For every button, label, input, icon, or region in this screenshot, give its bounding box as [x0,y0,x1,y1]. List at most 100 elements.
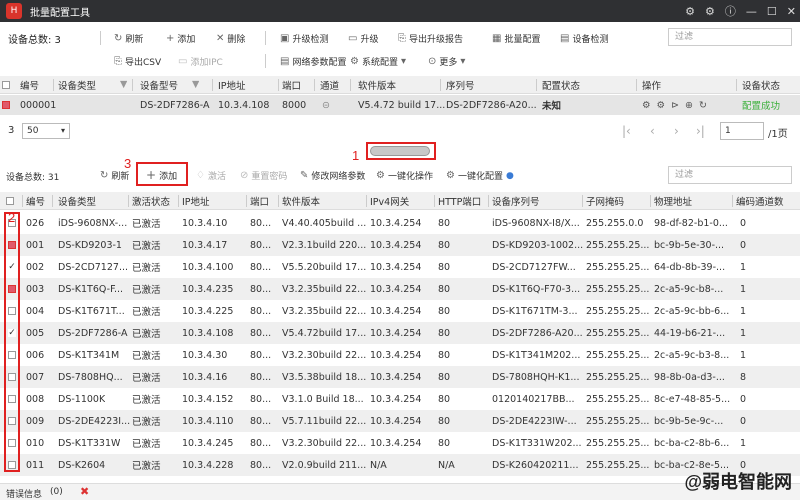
col-header-device-status[interactable]: 设备状态 [742,76,780,93]
reset-password-button[interactable]: ⊘ 重置密码 [240,169,287,182]
add-label: 添加 [177,34,196,45]
sys-config-button[interactable]: ⚙ 系统配置 ▾ [350,55,406,68]
annotation-box-2 [4,212,20,472]
prev-page-icon[interactable]: ‹ [650,124,655,138]
col-header-port[interactable]: 端口 [282,76,301,93]
batch-config-button[interactable]: ▦ 批量配置 [492,32,540,45]
col-header-channels[interactable]: 编码通道数 [736,192,784,209]
edit-icon: ✎ [300,170,309,181]
col-header-type[interactable]: 设备类型 [58,192,96,209]
row-num: 000001 [20,99,57,111]
settings-icon[interactable]: ⚙ [642,100,651,111]
cell-ch: 0 [740,239,747,251]
cell-ip: 10.3.4.100 [182,261,234,273]
settings-icon[interactable]: ⚙ [685,5,695,18]
table-row[interactable]: 001 DS-KD9203-1 已激活 10.3.4.17 80... V2.3.1bui… [0,234,800,256]
batch-config-label: 批量配置 [504,34,541,45]
filter-icon[interactable]: ▼ [120,76,127,93]
delete-button[interactable]: ✕ 删除 [216,32,245,45]
row-ip: 10.3.4.108 [218,99,270,111]
select-all-checkbox[interactable] [6,196,14,205]
first-page-icon[interactable]: |‹ [622,124,631,138]
cell-mac: bc-ba-c2-8b-6... [654,437,730,449]
col-header-serial[interactable]: 序列号 [446,76,475,93]
col-header-version[interactable]: 软件版本 [358,76,396,93]
table-row[interactable]: 003 DS-K1T6Q-F... 已激活 10.3.4.235 80... V3.2.3… [0,278,800,300]
export-report-button[interactable]: ⎘ 导出升级报告 [398,32,463,45]
close-icon[interactable]: ✕ [787,5,796,18]
col-header-http[interactable]: HTTP端口 [438,192,481,209]
table-row[interactable]: ✓ 005 DS-2DF7286-A 已激活 10.3.4.108 80... V5.4.7… [0,322,800,344]
next-page-icon[interactable]: › [674,124,679,138]
more-button[interactable]: ⊙ 更多 ▾ [428,55,465,68]
maximize-icon[interactable]: ☐ [767,5,777,18]
select-all-checkbox[interactable] [2,80,10,89]
cell-ver: V3.2.35build 22... [282,305,367,317]
cell-ip: 10.3.4.152 [182,393,234,405]
activate-button[interactable]: ♢ 激活 [196,169,226,182]
col-header-num[interactable]: 编号 [26,192,45,209]
col-header-ip[interactable]: IP地址 [182,192,210,209]
one-key-op-button[interactable]: ⚙ 一键化操作 [376,169,433,182]
row-checkbox[interactable] [2,101,10,109]
table-row[interactable]: 009 DS-2DE4223I... 已激活 10.3.4.110 80... V5.7.… [0,410,800,432]
cell-gw: 10.3.4.254 [370,239,422,251]
col-header-ip[interactable]: IP地址 [218,76,246,93]
table-row[interactable]: ✓ 002 DS-2CD7127... 已激活 10.3.4.100 80... V5.5.… [0,256,800,278]
col-header-gateway[interactable]: IPv4网关 [370,192,409,209]
gear-icon[interactable]: ⚙ [657,100,666,111]
table-row[interactable]: 011 DS-K2604 已激活 10.3.4.228 80... V2.0.9build… [0,454,800,476]
play-icon[interactable]: ⊳ [671,100,679,111]
col-header-channel[interactable]: 通道 [320,76,339,93]
cell-mac: 98-df-82-b1-0... [654,217,728,229]
current-page-input[interactable]: 1 [720,122,764,140]
pin-icon[interactable]: ✖ [80,485,89,498]
col-header-activation[interactable]: 激活状态 [132,192,170,209]
device-check-button[interactable]: ▤ 设备检测 [560,32,608,45]
cell-http: 80 [438,393,451,405]
cell-ip: 10.3.4.108 [182,327,234,339]
export-csv-button[interactable]: ⎘ 导出CSV [114,55,161,68]
table-row[interactable]: 006 DS-K1T341M 已激活 10.3.4.30 80... V3.2.30bui… [0,344,800,366]
cell-mac: 8c-e7-48-85-5... [654,393,731,405]
col-header-serial[interactable]: 设备序列号 [492,192,540,209]
refresh-icon[interactable]: ↻ [699,100,707,111]
col-header-operation[interactable]: 操作 [642,76,661,93]
cell-sn: DS-K1T6Q-F70-3... [492,283,581,295]
last-page-icon[interactable]: ›| [696,124,705,138]
col-header-config-status[interactable]: 配置状态 [542,76,580,93]
table-row[interactable]: 004 DS-K1T671T... 已激活 10.3.4.225 80... V3.2.3… [0,300,800,322]
edit-network-button[interactable]: ✎ 修改网络参数 [300,169,365,182]
filter-icon[interactable]: ▼ [192,76,199,93]
upgrade-button[interactable]: ▭ 升级 [348,32,378,45]
col-header-version[interactable]: 软件版本 [282,192,320,209]
add-ipc-button[interactable]: ▭ 添加IPC [178,55,223,68]
col-header-type[interactable]: 设备类型 [58,76,96,93]
page-size-select[interactable]: 50 ▾ [22,123,70,139]
lower-filter-input[interactable]: 过滤 [668,166,792,184]
col-header-mask[interactable]: 子网掩码 [586,192,624,209]
col-header-mac[interactable]: 物理地址 [654,192,692,209]
cell-sn: DS-K1T671TM-3... [492,305,578,317]
sys-config-label: 系统配置 [361,57,398,68]
col-header-model[interactable]: 设备型号 [140,76,178,93]
col-header-num[interactable]: 编号 [20,76,39,93]
globe-icon[interactable]: ⊕ [685,100,693,111]
error-info-label[interactable]: 错误信息 [6,487,42,500]
info-icon[interactable]: ⓘ [725,3,736,19]
top-filter-input[interactable]: 过滤 [668,28,792,46]
table-row[interactable]: 026 iDS-9608NX-... 已激活 10.3.4.10 80... V4.40.… [0,212,800,234]
refresh-button[interactable]: ↻ 刷新 [114,32,143,45]
table-row[interactable]: 007 DS-7808HQ... 已激活 10.3.4.16 80... V3.5.38b… [0,366,800,388]
net-params-button[interactable]: ▤ 网络参数配置 [280,55,346,68]
table-row[interactable]: 010 DS-K1T331W 已激活 10.3.4.245 80... V3.2.30bu… [0,432,800,454]
minimize-icon[interactable]: — [746,5,757,18]
one-key-config-button[interactable]: ⚙ 一键化配置 ● [446,169,514,182]
cell-sn: DS-7808HQH-K1... [492,371,580,383]
table-row[interactable]: 000001 DS-2DF7286-A 10.3.4.108 8000 ⊝ V5… [0,95,800,115]
gear-icon[interactable]: ⚙ [705,5,715,18]
add-button[interactable]: + 添加 [166,32,195,45]
col-header-port[interactable]: 端口 [250,192,269,209]
upgrade-check-button[interactable]: ▣ 升级检测 [280,32,328,45]
table-row[interactable]: 008 DS-1100K 已激活 10.3.4.152 80... V3.1.0 Buil… [0,388,800,410]
